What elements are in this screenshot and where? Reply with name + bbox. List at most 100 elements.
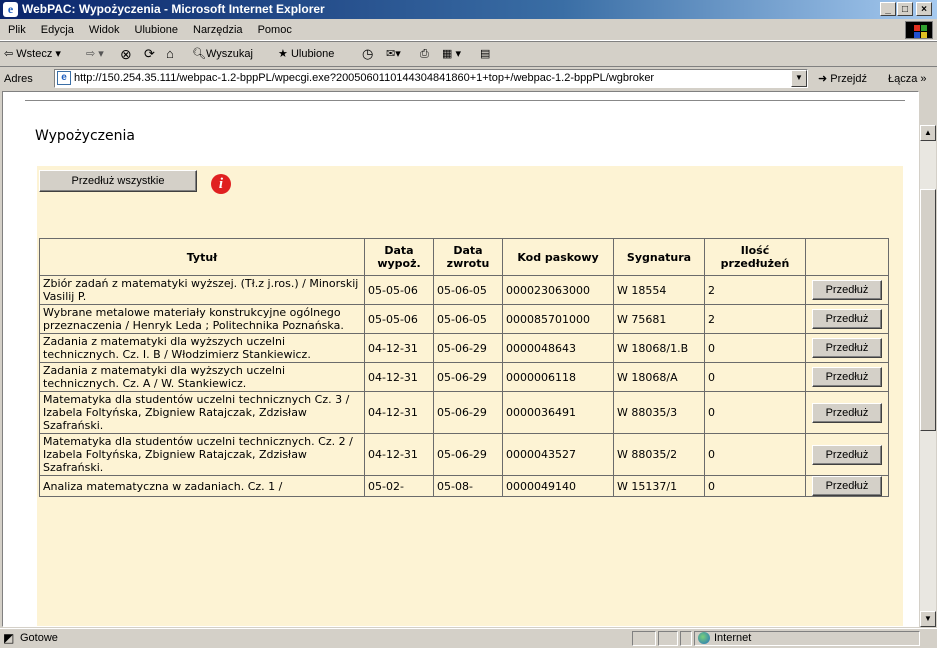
toolbar: ⇦ Wstecz ▾ ⇨ ▾ ⊗ ⟳ ⌂ 🔍︎Wyszukaj ★ Ulubio… xyxy=(0,41,937,67)
status-bar: ◩ Gotowe Internet xyxy=(0,628,937,648)
cell-loan-date: 05-05-06 xyxy=(364,304,434,334)
cell-barcode: 0000048643 xyxy=(502,333,614,363)
col-due-date: Data zwrotu xyxy=(433,238,503,276)
cell-renewals: 0 xyxy=(704,362,806,392)
renew-button[interactable]: Przedłuż xyxy=(812,444,882,465)
cell-call-number: W 18068/1.B xyxy=(613,333,705,363)
mail-icon[interactable]: ✉▾ xyxy=(386,42,401,66)
home-icon[interactable]: ⌂ xyxy=(166,42,174,66)
address-label: Adres xyxy=(4,73,33,85)
cell-loan-date: 04-12-31 xyxy=(364,433,434,476)
status-pane xyxy=(680,631,692,646)
cell-barcode: 0000049140 xyxy=(502,475,614,497)
renew-button[interactable]: Przedłuż xyxy=(812,280,882,300)
renew-button[interactable]: Przedłuż xyxy=(812,309,882,329)
cell-renewals: 0 xyxy=(704,391,806,434)
address-dropdown[interactable]: ▼ xyxy=(791,70,807,87)
history-icon[interactable]: ◷ xyxy=(362,42,373,66)
minimize-button[interactable]: _ xyxy=(880,2,896,16)
cell-renewals: 0 xyxy=(704,433,806,476)
col-title: Tytuł xyxy=(39,238,365,276)
cell-title: Analiza matematyczna w zadaniach. Cz. 1 … xyxy=(39,475,365,497)
internet-zone-icon xyxy=(698,632,710,645)
go-button[interactable]: ➜ Przejdź xyxy=(818,67,867,91)
cell-due-date: 05-06-29 xyxy=(433,391,503,434)
loans-panel: Przedłuż wszystkie i Tytuł Data wypoż. D… xyxy=(37,166,903,626)
cell-call-number: W 18068/A xyxy=(613,362,705,392)
cell-barcode: 000085701000 xyxy=(502,304,614,334)
col-barcode: Kod paskowy xyxy=(502,238,614,276)
cell-call-number: W 88035/3 xyxy=(613,391,705,434)
cell-due-date: 05-06-29 xyxy=(433,433,503,476)
cell-action: Przedłuż xyxy=(805,275,889,305)
go-arrow-icon: ➜ xyxy=(818,73,828,85)
cell-title: Matematyka dla studentów uczelni technic… xyxy=(39,433,365,476)
loans-table-body: Zbiór zadań z matematyki wyższej. (Tł.z … xyxy=(39,275,889,497)
col-call-number: Sygnatura xyxy=(613,238,705,276)
window-title: WebPAC: Wypożyczenia - Microsoft Interne… xyxy=(22,2,325,16)
cell-title: Zbiór zadań z matematyki wyższej. (Tł.z … xyxy=(39,275,365,305)
menu-tools[interactable]: Narzędzia xyxy=(193,24,243,36)
cell-due-date: 05-06-05 xyxy=(433,275,503,305)
address-input[interactable]: e http://150.254.35.111/webpac-1.2-bppPL/… xyxy=(54,69,808,88)
cell-renewals: 2 xyxy=(704,275,806,305)
status-text: Gotowe xyxy=(20,632,58,644)
search-button[interactable]: 🔍︎Wyszukaj xyxy=(192,42,253,66)
cell-loan-date: 04-12-31 xyxy=(364,362,434,392)
scroll-thumb[interactable] xyxy=(920,189,936,431)
cell-title: Zadania z matematyki dla wyższych uczeln… xyxy=(39,362,365,392)
scroll-up-icon[interactable]: ▲ xyxy=(920,125,936,141)
vertical-scrollbar[interactable]: ▲ ▼ xyxy=(920,125,936,627)
cell-due-date: 05-08- xyxy=(433,475,503,497)
cell-barcode: 000023063000 xyxy=(502,275,614,305)
page-title: Wypożyczenia xyxy=(35,128,135,144)
page: Wypożyczenia Przedłuż wszystkie i Tytuł … xyxy=(25,100,905,626)
back-button[interactable]: ⇦ Wstecz ▾ xyxy=(4,42,61,66)
close-button[interactable]: × xyxy=(916,2,932,16)
cell-call-number: W 75681 xyxy=(613,304,705,334)
cell-renewals: 0 xyxy=(704,333,806,363)
menu-favorites[interactable]: Ulubione xyxy=(135,24,178,36)
discuss-icon[interactable]: ▤ xyxy=(480,42,490,66)
menu-edit[interactable]: Edycja xyxy=(41,24,74,36)
cell-barcode: 0000043527 xyxy=(502,433,614,476)
cell-title: Zadania z matematyki dla wyższych uczeln… xyxy=(39,333,365,363)
table-row: Zbiór zadań z matematyki wyższej. (Tł.z … xyxy=(39,275,889,305)
renew-all-button[interactable]: Przedłuż wszystkie xyxy=(39,170,197,192)
renew-button[interactable]: Przedłuż xyxy=(812,367,882,387)
cell-action: Przedłuż xyxy=(805,391,889,434)
renew-button[interactable]: Przedłuż xyxy=(812,402,882,423)
windows-logo-icon xyxy=(905,21,933,39)
cell-renewals: 2 xyxy=(704,304,806,334)
table-row: Zadania z matematyki dla wyższych uczeln… xyxy=(39,333,889,363)
cell-action: Przedłuż xyxy=(805,433,889,476)
scroll-down-icon[interactable]: ▼ xyxy=(920,611,936,627)
title-bar: e WebPAC: Wypożyczenia - Microsoft Inter… xyxy=(0,0,937,19)
renew-button[interactable]: Przedłuż xyxy=(812,476,882,496)
refresh-icon[interactable]: ⟳ xyxy=(144,42,155,66)
cell-barcode: 0000006118 xyxy=(502,362,614,392)
status-pane xyxy=(632,631,656,646)
col-loan-date: Data wypoż. xyxy=(364,238,434,276)
favorites-button[interactable]: ★ Ulubione xyxy=(278,42,334,66)
table-row: Matematyka dla studentów uczelni technic… xyxy=(39,391,889,434)
table-row: Wybrane metalowe materiały konstrukcyjne… xyxy=(39,304,889,334)
stop-icon[interactable]: ⊗ xyxy=(120,42,132,66)
renew-button[interactable]: Przedłuż xyxy=(812,338,882,358)
menu-bar: Plik Edycja Widok Ulubione Narzędzia Pom… xyxy=(0,20,937,41)
menu-view[interactable]: Widok xyxy=(89,24,120,36)
forward-button[interactable]: ⇨ ▾ xyxy=(86,42,104,66)
maximize-button[interactable]: □ xyxy=(897,2,913,16)
info-icon[interactable]: i xyxy=(211,174,231,194)
cell-due-date: 05-06-29 xyxy=(433,362,503,392)
menu-file[interactable]: Plik xyxy=(8,24,26,36)
edit-icon[interactable]: ▦ ▾ xyxy=(442,42,461,66)
cell-barcode: 0000036491 xyxy=(502,391,614,434)
page-viewport: Wypożyczenia Przedłuż wszystkie i Tytuł … xyxy=(2,91,919,627)
table-row: Zadania z matematyki dla wyższych uczeln… xyxy=(39,362,889,392)
links-button[interactable]: Łącza » xyxy=(888,67,927,91)
table-header-row: Tytuł Data wypoż. Data zwrotu Kod paskow… xyxy=(39,238,889,276)
menu-help[interactable]: Pomoc xyxy=(258,24,292,36)
print-icon[interactable]: ⎙ xyxy=(420,42,429,66)
cell-action: Przedłuż xyxy=(805,362,889,392)
